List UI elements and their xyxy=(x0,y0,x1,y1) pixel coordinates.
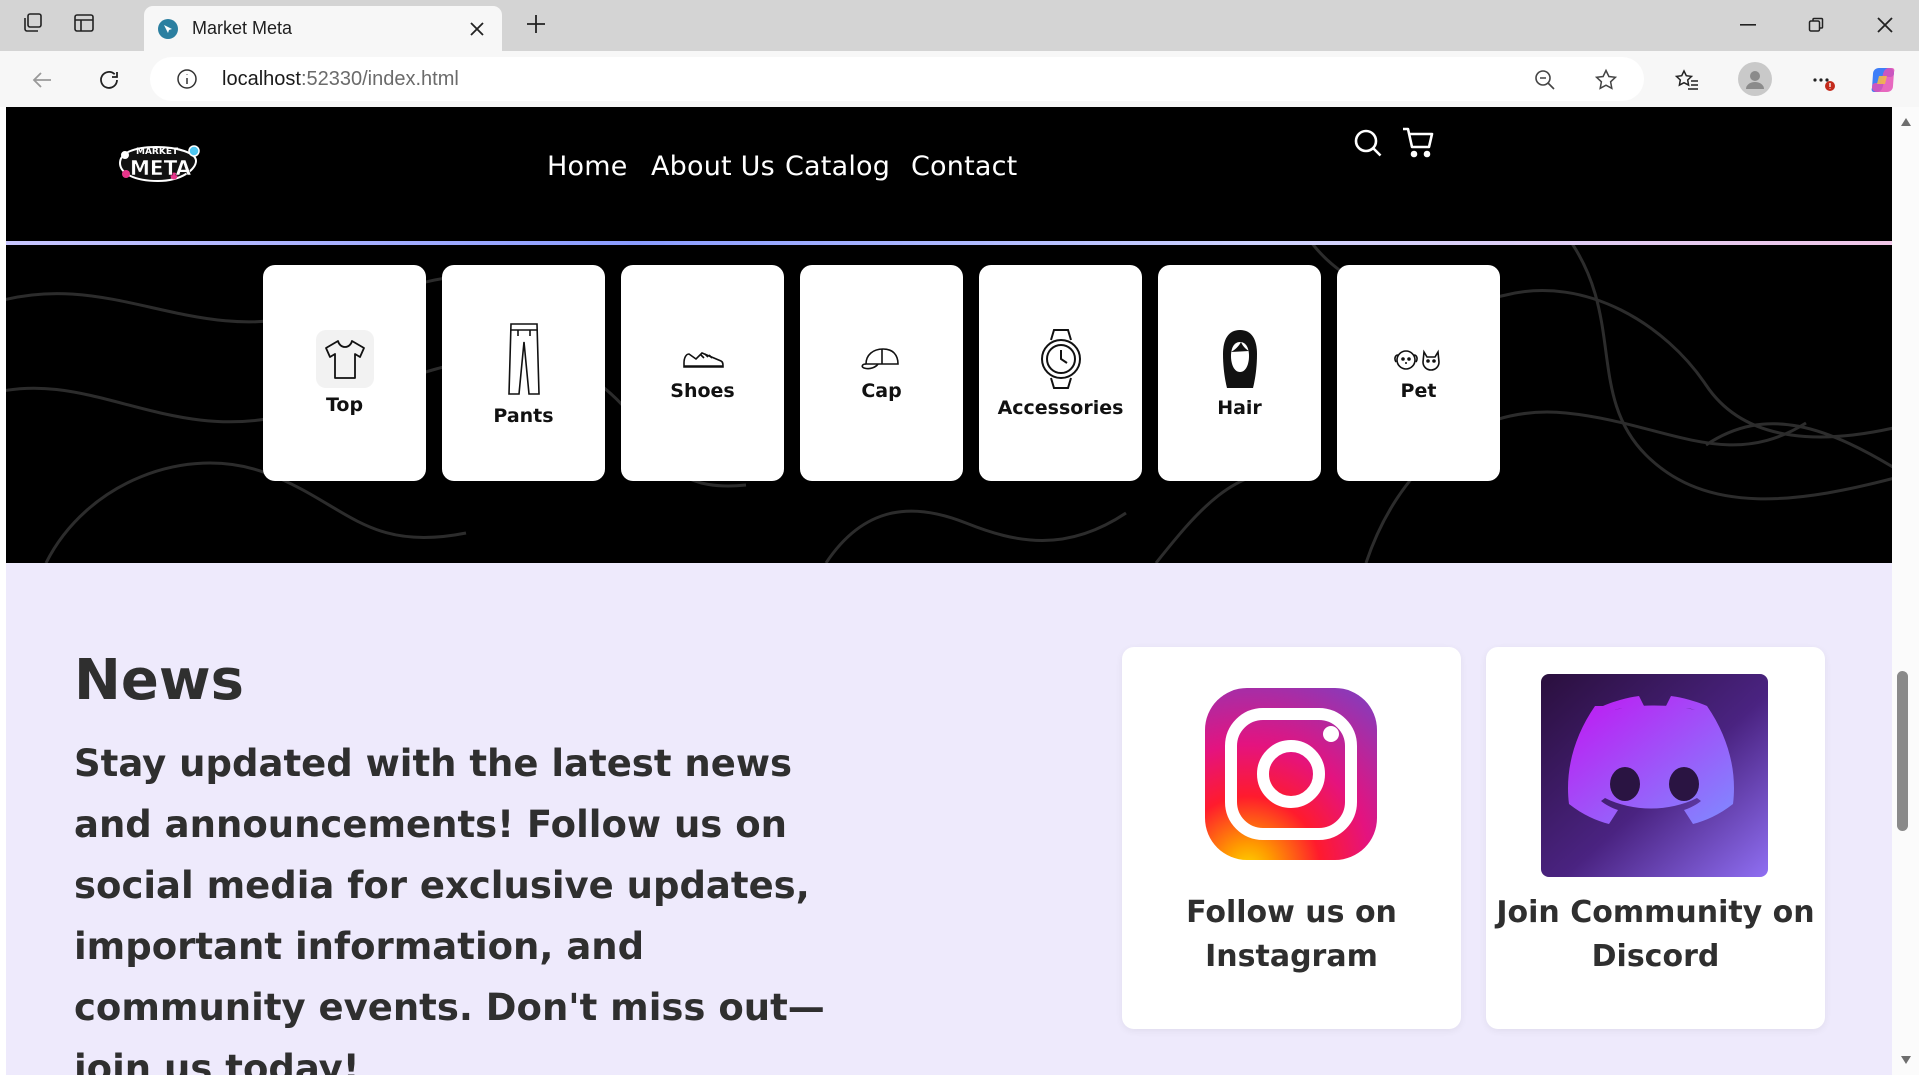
back-arrow-icon[interactable] xyxy=(28,66,56,94)
scrollbar-thumb[interactable] xyxy=(1897,671,1908,831)
category-card-shoes[interactable]: Shoes xyxy=(621,265,784,481)
category-label: Cap xyxy=(861,380,902,402)
news-section: News Stay updated with the latest news a… xyxy=(6,563,1892,1075)
category-section: Top Pants Shoes Cap Accessories Hair Pet xyxy=(6,245,1892,563)
watch-icon xyxy=(1036,327,1086,391)
scroll-down-arrow-icon[interactable] xyxy=(1900,1055,1912,1065)
category-card-cap[interactable]: Cap xyxy=(800,265,963,481)
close-tab-icon[interactable] xyxy=(464,16,490,42)
pet-icon xyxy=(1391,344,1447,374)
more-menu-icon[interactable] xyxy=(1808,65,1838,95)
news-description: Stay updated with the latest news and an… xyxy=(74,742,825,1075)
copilot-icon[interactable] xyxy=(1866,63,1900,97)
category-label: Pants xyxy=(493,405,554,427)
web-page: MARKET META Home About Us Catalog Contac… xyxy=(6,107,1892,1075)
new-tab-icon[interactable] xyxy=(522,10,550,38)
reload-icon[interactable] xyxy=(94,65,124,95)
close-window-icon[interactable] xyxy=(1872,12,1898,38)
tab-title: Market Meta xyxy=(192,18,293,38)
category-label: Accessories xyxy=(997,397,1124,419)
category-label: Shoes xyxy=(670,380,735,402)
category-label: Top xyxy=(325,394,364,416)
browser-tab-bar: Market Meta xyxy=(0,0,1919,51)
category-card-top[interactable]: Top xyxy=(263,265,426,481)
url-text: localhost:52330/index.html xyxy=(222,68,459,91)
favorites-list-icon[interactable] xyxy=(1672,65,1702,95)
market-meta-logo[interactable]: MARKET META xyxy=(116,139,200,187)
category-label: Pet xyxy=(1400,380,1437,402)
site-favicon-icon xyxy=(158,18,178,39)
category-card-pants[interactable]: Pants xyxy=(442,265,605,481)
active-tab[interactable]: Market Meta xyxy=(144,6,502,51)
nav-catalog-link[interactable]: Catalog xyxy=(785,151,890,182)
site-header: MARKET META Home About Us Catalog Contac… xyxy=(6,107,1892,241)
minimize-icon[interactable] xyxy=(1735,12,1761,38)
category-card-hair[interactable]: Hair xyxy=(1158,265,1321,481)
nav-about-link[interactable]: About Us xyxy=(651,151,775,182)
cart-icon[interactable] xyxy=(1401,125,1435,159)
instagram-caption: Follow us on Instagram xyxy=(1186,895,1397,974)
search-icon[interactable] xyxy=(1352,127,1384,159)
category-card-pet[interactable]: Pet xyxy=(1337,265,1500,481)
tab-actions-icon[interactable] xyxy=(71,10,97,36)
browser-toolbar: localhost:52330/index.html xyxy=(0,51,1919,107)
url-host: localhost xyxy=(222,67,301,90)
nav-home-link[interactable]: Home xyxy=(547,151,628,182)
discord-card[interactable]: Join Community on Discord xyxy=(1486,647,1825,1029)
category-card-accessories[interactable]: Accessories xyxy=(979,265,1142,481)
workspaces-icon[interactable] xyxy=(20,10,46,36)
restore-icon[interactable] xyxy=(1803,12,1829,38)
hair-icon xyxy=(1218,327,1262,391)
instagram-card[interactable]: Follow us on Instagram xyxy=(1122,647,1461,1029)
pants-icon xyxy=(504,319,544,399)
category-label: Hair xyxy=(1217,397,1262,419)
cap-icon xyxy=(857,344,907,374)
svg-text:META: META xyxy=(130,156,192,180)
discord-logo-icon xyxy=(1541,674,1768,877)
news-heading: News xyxy=(74,648,244,713)
nav-contact-link[interactable]: Contact xyxy=(911,151,1017,182)
url-path: :52330/index.html xyxy=(300,67,459,90)
zoom-out-icon[interactable] xyxy=(1532,67,1558,93)
profile-avatar-icon[interactable] xyxy=(1738,62,1772,96)
address-bar[interactable]: localhost:52330/index.html xyxy=(150,57,1644,101)
favorite-star-icon[interactable] xyxy=(1592,66,1620,94)
discord-caption: Join Community on Discord xyxy=(1496,895,1815,974)
instagram-logo-icon xyxy=(1205,688,1377,860)
tshirt-icon xyxy=(315,330,374,388)
site-info-icon[interactable] xyxy=(175,67,199,91)
sneaker-icon xyxy=(678,344,728,374)
scroll-up-arrow-icon[interactable] xyxy=(1900,117,1912,127)
page-scrollbar[interactable] xyxy=(1892,107,1919,1075)
